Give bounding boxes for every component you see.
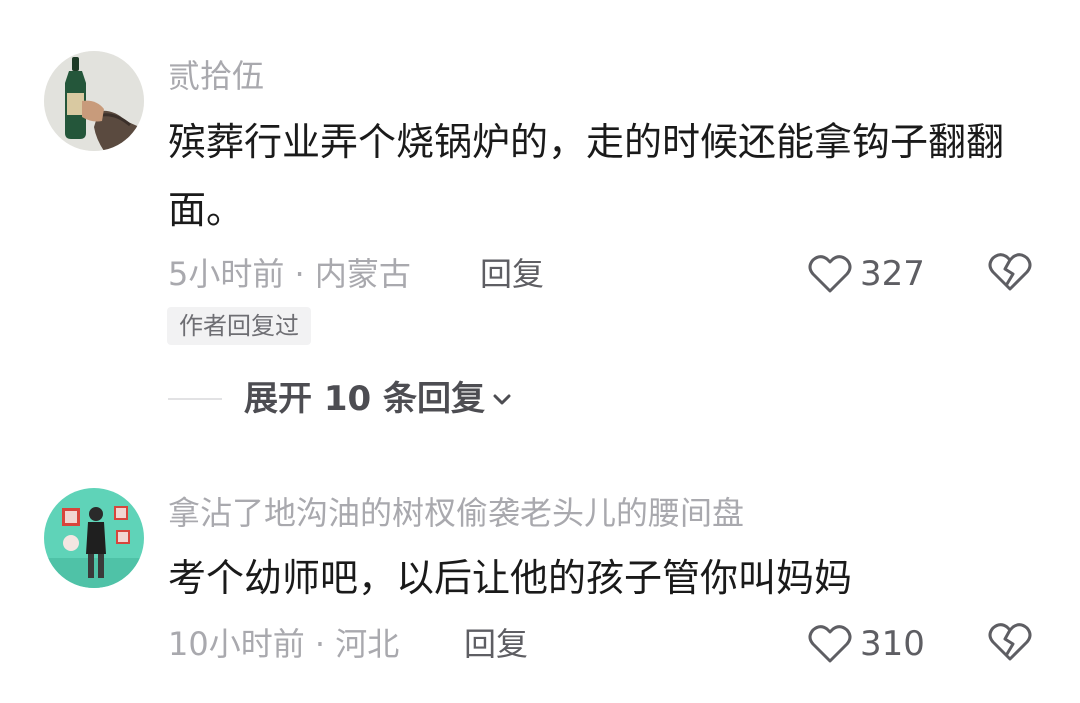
reply-button[interactable]: 回复 — [480, 254, 544, 294]
comment-meta: 5小时前 · 内蒙古 — [168, 255, 411, 293]
dislike-button[interactable] — [988, 622, 1032, 666]
broken-heart-icon — [988, 623, 1032, 661]
author-replied-badge: 作者回复过 — [167, 307, 311, 345]
broken-heart-icon — [988, 253, 1032, 291]
comment-list: 贰拾伍 殡葬行业弄个烧锅炉的，走的时候还能拿钩子翻翻面。 5小时前 · 内蒙古 … — [0, 0, 1080, 703]
expand-replies-label[interactable]: 展开 10 条回复 — [244, 377, 485, 421]
dislike-button[interactable] — [988, 252, 1032, 296]
like-button[interactable]: 310 — [808, 622, 925, 666]
avatar-person-in-gallery-icon — [44, 488, 144, 588]
avatar[interactable] — [44, 488, 144, 588]
like-button[interactable]: 327 — [808, 252, 925, 296]
comment-text: 考个幼师吧，以后让他的孩子管你叫妈妈 — [168, 556, 853, 600]
comment-username[interactable]: 拿沾了地沟油的树杈偷袭老头儿的腰间盘 — [168, 493, 744, 533]
like-count: 327 — [860, 254, 925, 294]
avatar-hand-holding-bottle-icon — [44, 51, 144, 151]
chevron-down-icon — [493, 394, 511, 405]
heart-icon — [808, 255, 852, 293]
divider-line — [168, 398, 222, 400]
comment-meta: 10小时前 · 河北 — [168, 625, 400, 663]
expand-replies[interactable]: 展开 10 条回复 — [168, 377, 513, 421]
avatar[interactable] — [44, 51, 144, 151]
comment-username[interactable]: 贰拾伍 — [168, 56, 264, 96]
heart-icon — [808, 625, 852, 663]
comment-text: 殡葬行业弄个烧锅炉的，走的时候还能拿钩子翻翻面。 — [168, 120, 1005, 232]
reply-button[interactable]: 回复 — [464, 624, 528, 664]
like-count: 310 — [860, 624, 925, 664]
